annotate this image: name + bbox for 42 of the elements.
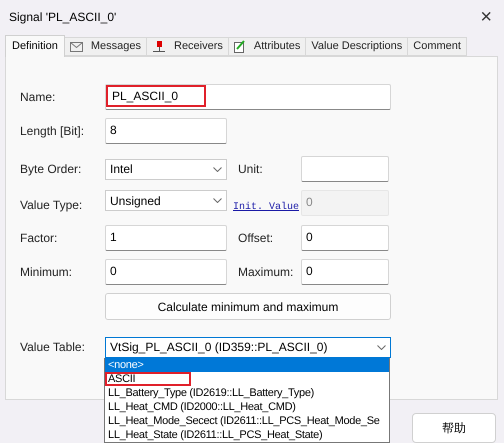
pin-icon [152,40,166,52]
name-field[interactable]: PL_ASCII_0 [105,84,391,110]
unit-field[interactable] [301,156,389,182]
chevron-down-icon [213,198,222,203]
length-field[interactable]: 8 [105,118,227,144]
offset-field[interactable]: 0 [301,225,389,251]
tab[interactable]: Receivers [147,37,229,56]
value-table-dropdown[interactable]: VtSig_PL_ASCII_0 (ID359::PL_ASCII_0) [105,336,391,358]
list-item[interactable]: LL_Heat_State (ID2611::LL_PCS_Heat_State) [105,428,389,442]
dropdown[interactable]: Unsigned [105,190,227,211]
calculate-button[interactable]: Calculate minimum and maximum [105,293,391,320]
tab[interactable]: Attributes [228,37,306,56]
field-label: Minimum: [20,265,72,279]
field-label: Value Table: [20,340,85,354]
note-icon [234,40,246,53]
chevron-down-icon [377,344,386,350]
list-item[interactable]: ASCII [105,372,389,386]
tab[interactable]: Messages [64,37,147,56]
minimum-field[interactable]: 0 [105,259,227,285]
tab[interactable]: Definition [5,35,65,57]
factor-field[interactable]: 1 [105,225,227,251]
field-label: Offset: [238,231,274,245]
field-label: Length [Bit]: [20,124,84,138]
field-label: Byte Order: [20,162,82,176]
list-item[interactable]: LL_Heat_Mode_Secect (ID2611::LL_PCS_Heat_Mode_Se [105,414,389,428]
list-item[interactable]: LL_Battery_Type (ID2619::LL_Battery_Type) [105,386,389,400]
window-title: Signal 'PL_ASCII_0' [9,9,116,26]
maximum-field[interactable]: 0 [301,259,389,285]
envelope-icon [70,42,83,52]
chevron-down-icon [213,166,222,172]
help-button[interactable]: 帮助 [412,413,496,443]
list-item[interactable]: LL_Heat_CMD (ID2000::LL_Heat_CMD) [105,400,389,414]
field-label: Factor: [20,231,58,245]
field-label: Unit: [238,162,263,176]
tab[interactable]: Value Descriptions [306,37,408,56]
tab[interactable]: Comment [408,37,467,56]
field-label: Maximum: [238,265,294,279]
close-button[interactable]: × [480,7,492,27]
field-label: Name: [20,90,56,104]
field-label: Value Type: [20,198,82,212]
dropdown[interactable]: Intel [105,158,227,180]
list-item[interactable]: <none> [105,358,389,372]
